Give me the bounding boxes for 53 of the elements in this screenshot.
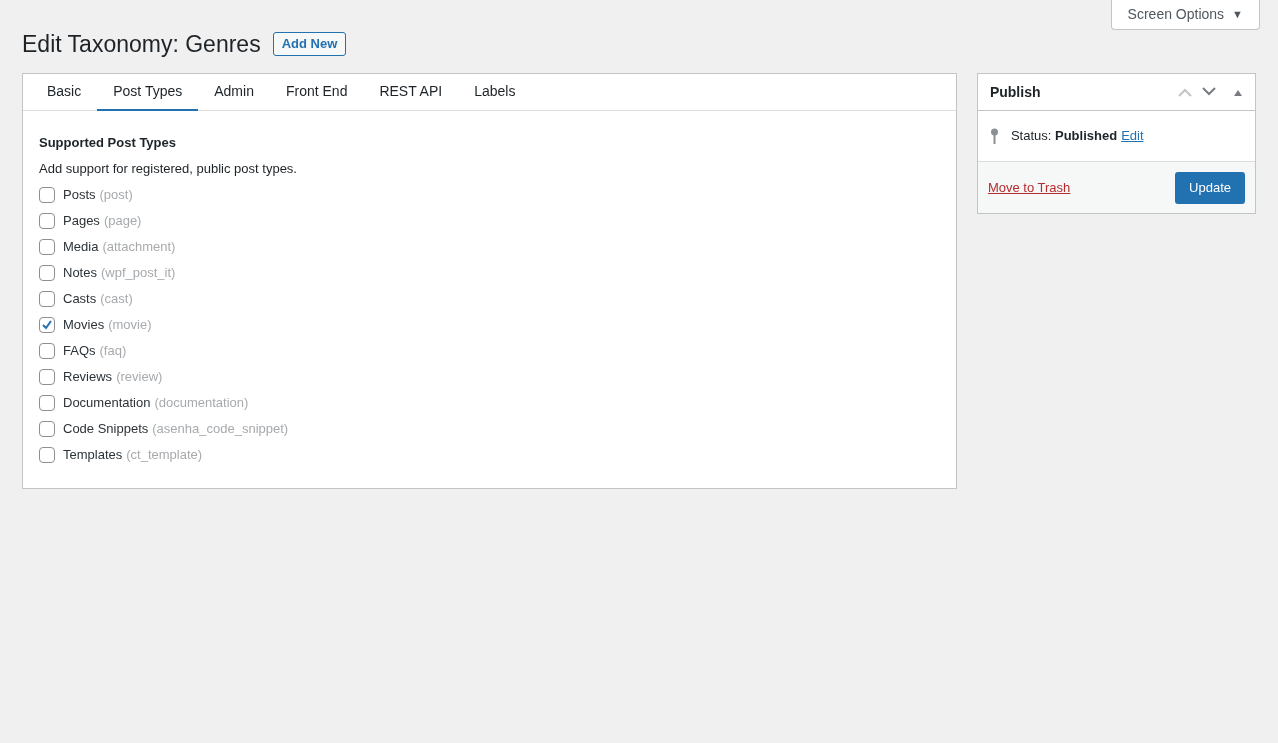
post-type-slug: (wpf_post_it): [100, 264, 176, 283]
option-label: Posts: [63, 186, 96, 205]
post-type-slug: (asenha_code_snippet): [152, 420, 289, 439]
post-type-slug: (page): [103, 212, 142, 231]
post-type-slug: (faq): [99, 342, 127, 361]
checkbox[interactable]: [39, 421, 55, 437]
section-heading: Supported Post Types: [39, 134, 177, 152]
post-type-slug: (review): [116, 368, 163, 387]
tab[interactable]: REST API: [363, 74, 459, 111]
tab[interactable]: Post Types: [97, 74, 199, 111]
option-label: Notes: [63, 264, 97, 283]
update-button[interactable]: Update: [1175, 171, 1245, 204]
option-label: FAQs: [63, 342, 96, 361]
section-description: Add support for registered, public post types.: [39, 159, 298, 178]
tab[interactable]: Basic: [31, 74, 98, 111]
edit-status-link[interactable]: Edit: [1121, 126, 1144, 146]
checkbox[interactable]: [39, 213, 55, 229]
move-down-icon[interactable]: [1201, 87, 1217, 97]
screen-options-button[interactable]: Screen Options ▼: [1110, 0, 1260, 30]
option-label: Pages: [63, 212, 100, 231]
checkbox[interactable]: [39, 369, 55, 385]
checkbox[interactable]: [39, 395, 55, 411]
checkbox[interactable]: [39, 317, 55, 333]
option-label: Media: [63, 238, 99, 257]
tab[interactable]: Admin: [198, 74, 270, 111]
checkbox[interactable]: [39, 447, 55, 463]
page-title: Edit Taxonomy: Genres: [22, 29, 261, 59]
collapse-icon[interactable]: [1233, 88, 1243, 96]
post-type-slug: (attachment): [102, 238, 176, 257]
move-to-trash-link[interactable]: Move to Trash: [987, 177, 1071, 198]
option-label: Code Snippets: [63, 420, 149, 439]
checkbox[interactable]: [39, 265, 55, 281]
tab[interactable]: Labels: [458, 74, 532, 111]
pin-icon: [989, 128, 999, 144]
move-up-icon[interactable]: [1177, 87, 1193, 97]
option-label: Documentation: [63, 394, 151, 413]
add-new-button[interactable]: Add New: [272, 32, 347, 56]
post-type-slug: (movie): [108, 316, 152, 335]
checkbox[interactable]: [39, 291, 55, 307]
tab[interactable]: Front End: [269, 74, 364, 111]
post-type-slug: (documentation): [154, 394, 249, 413]
option-label: Movies: [63, 316, 105, 335]
status-text: Status: Published: [1010, 127, 1118, 146]
checkbox[interactable]: [39, 343, 55, 359]
option-label: Reviews: [63, 368, 113, 387]
post-type-slug: (post): [99, 186, 133, 205]
option-label: Casts: [63, 290, 97, 309]
post-type-slug: (cast): [100, 290, 133, 309]
option-label: Templates: [63, 446, 123, 465]
panel-title: Publish: [989, 82, 1041, 102]
post-type-slug: (ct_template): [126, 446, 203, 465]
checkbox[interactable]: [39, 239, 55, 255]
checkbox[interactable]: [39, 187, 55, 203]
